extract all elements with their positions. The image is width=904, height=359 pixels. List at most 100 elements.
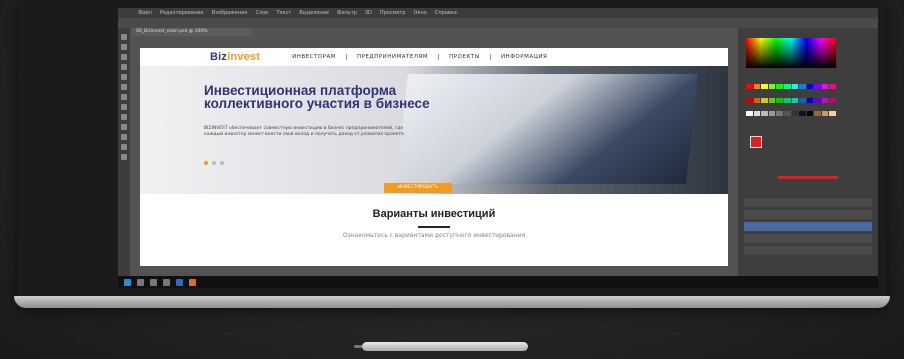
crop-tool-icon[interactable] (121, 64, 127, 70)
menu-item[interactable]: Фильтр (337, 10, 357, 16)
site-logo[interactable]: Bizinvest (210, 51, 260, 63)
menu-item[interactable]: Выделение (299, 10, 329, 16)
swatch[interactable] (746, 97, 753, 103)
color-slider[interactable] (778, 176, 838, 179)
swatch[interactable] (768, 111, 776, 117)
swatch[interactable] (768, 84, 776, 89)
swatch[interactable] (791, 84, 799, 89)
swatch[interactable] (776, 84, 783, 89)
menu-item[interactable]: Просмотр (380, 10, 406, 16)
illustrator-icon[interactable] (189, 278, 196, 286)
swatch[interactable] (821, 97, 829, 103)
menu-item[interactable]: Текст (276, 10, 291, 16)
swatch[interactable] (791, 97, 799, 103)
photoshop-menubar: Файл Редактирование Изображение Слои Тек… (118, 8, 878, 18)
tablet-device: Файл Редактирование Изображение Слои Тек… (18, 0, 886, 304)
slider-dot[interactable] (220, 161, 224, 165)
layer-row[interactable] (744, 198, 872, 207)
task-view-icon[interactable] (150, 278, 157, 286)
nav-divider (345, 54, 347, 60)
lasso-tool-icon[interactable] (121, 54, 127, 60)
windows-taskbar (118, 276, 878, 288)
menu-item[interactable]: Изображение (211, 10, 247, 16)
swatch[interactable] (753, 97, 761, 103)
swatch[interactable] (814, 84, 821, 89)
site-header: Bizinvest ИНВЕСТОРАМ ПРЕДПРИНИМАТЕЛЯМ ПР… (140, 48, 728, 66)
section-subtitle: Ознакомьтесь с вариантами доступного инв… (342, 232, 526, 239)
swatch[interactable] (791, 111, 799, 117)
swatch[interactable] (776, 97, 783, 103)
hero-section: Инвестиционная платформа коллективного у… (140, 66, 728, 194)
shape-tool-icon[interactable] (121, 134, 127, 140)
panels-dock (738, 28, 878, 276)
brush-tool-icon[interactable] (121, 84, 127, 90)
hand-tool-icon[interactable] (121, 144, 127, 150)
swatch[interactable] (746, 84, 753, 89)
swatch[interactable] (814, 97, 821, 103)
slider-dot[interactable] (204, 161, 208, 165)
slider-dot[interactable] (212, 161, 216, 165)
swatch[interactable] (806, 97, 814, 103)
swatch[interactable] (768, 97, 776, 103)
swatch[interactable] (799, 84, 806, 89)
swatch[interactable] (783, 97, 791, 103)
photoshop-icon[interactable] (176, 278, 183, 286)
swatch[interactable] (821, 84, 829, 89)
swatch[interactable] (746, 111, 753, 117)
nav-item-information[interactable]: ИНФОРМАЦИЯ (501, 54, 547, 60)
swatch[interactable] (761, 97, 768, 103)
gradient-tool-icon[interactable] (121, 104, 127, 110)
swatch[interactable] (776, 111, 783, 117)
eraser-tool-icon[interactable] (121, 94, 127, 100)
slider-dots (204, 161, 224, 165)
menu-item[interactable]: Справка (435, 10, 457, 16)
stylus-pen (354, 342, 528, 351)
swatch[interactable] (761, 84, 768, 89)
menu-item[interactable]: 3D (365, 10, 372, 16)
swatch[interactable] (799, 97, 806, 103)
document-canvas[interactable]: Bizinvest ИНВЕСТОРАМ ПРЕДПРИНИМАТЕЛЯМ ПР… (140, 48, 728, 266)
pen-tool-icon[interactable] (121, 124, 127, 130)
swatch[interactable] (753, 111, 761, 117)
document-tab[interactable]: 00_Bizinvest_main.psd @ 100% (132, 28, 252, 36)
screen: Файл Редактирование Изображение Слои Тек… (118, 8, 878, 288)
swatch[interactable] (814, 111, 821, 117)
swatch[interactable] (829, 97, 836, 103)
menu-item[interactable]: Окно (414, 10, 427, 16)
zoom-tool-icon[interactable] (121, 154, 127, 160)
eyedropper-tool-icon[interactable] (121, 74, 127, 80)
invest-button[interactable]: ИНВЕСТИРОВАТЬ (384, 183, 452, 193)
swatch[interactable] (821, 111, 829, 117)
swatch[interactable] (806, 111, 814, 117)
nav-item-projects[interactable]: ПРОЕКТЫ (449, 54, 480, 60)
move-tool-icon[interactable] (121, 34, 127, 40)
swatch[interactable] (829, 111, 836, 117)
swatch[interactable] (799, 111, 806, 117)
layer-row[interactable] (744, 234, 872, 243)
logo-main: Biz (210, 51, 228, 63)
marquee-tool-icon[interactable] (121, 44, 127, 50)
nav-item-investors[interactable]: ИНВЕСТОРАМ (292, 54, 336, 60)
swatch[interactable] (761, 111, 768, 117)
search-icon[interactable] (137, 278, 144, 286)
menu-item[interactable]: Файл (138, 10, 152, 16)
options-bar (118, 18, 878, 28)
layer-row[interactable] (744, 210, 872, 219)
tablet-base (14, 296, 890, 308)
foreground-color-icon[interactable] (750, 136, 762, 148)
swatch[interactable] (753, 84, 761, 89)
layer-row-selected[interactable] (744, 222, 872, 231)
explorer-icon[interactable] (163, 278, 170, 286)
layer-row[interactable] (744, 246, 872, 255)
menu-item[interactable]: Слои (255, 10, 268, 16)
start-icon[interactable] (124, 278, 131, 286)
color-picker[interactable] (746, 38, 836, 68)
nav-item-entrepreneurs[interactable]: ПРЕДПРИНИМАТЕЛЯМ (357, 54, 428, 60)
swatch[interactable] (783, 111, 791, 117)
swatch[interactable] (829, 84, 836, 89)
text-tool-icon[interactable] (121, 114, 127, 120)
menu-item[interactable]: Редактирование (160, 10, 204, 16)
logo-accent: invest (227, 51, 261, 63)
swatch[interactable] (806, 84, 814, 89)
swatch[interactable] (783, 84, 791, 89)
